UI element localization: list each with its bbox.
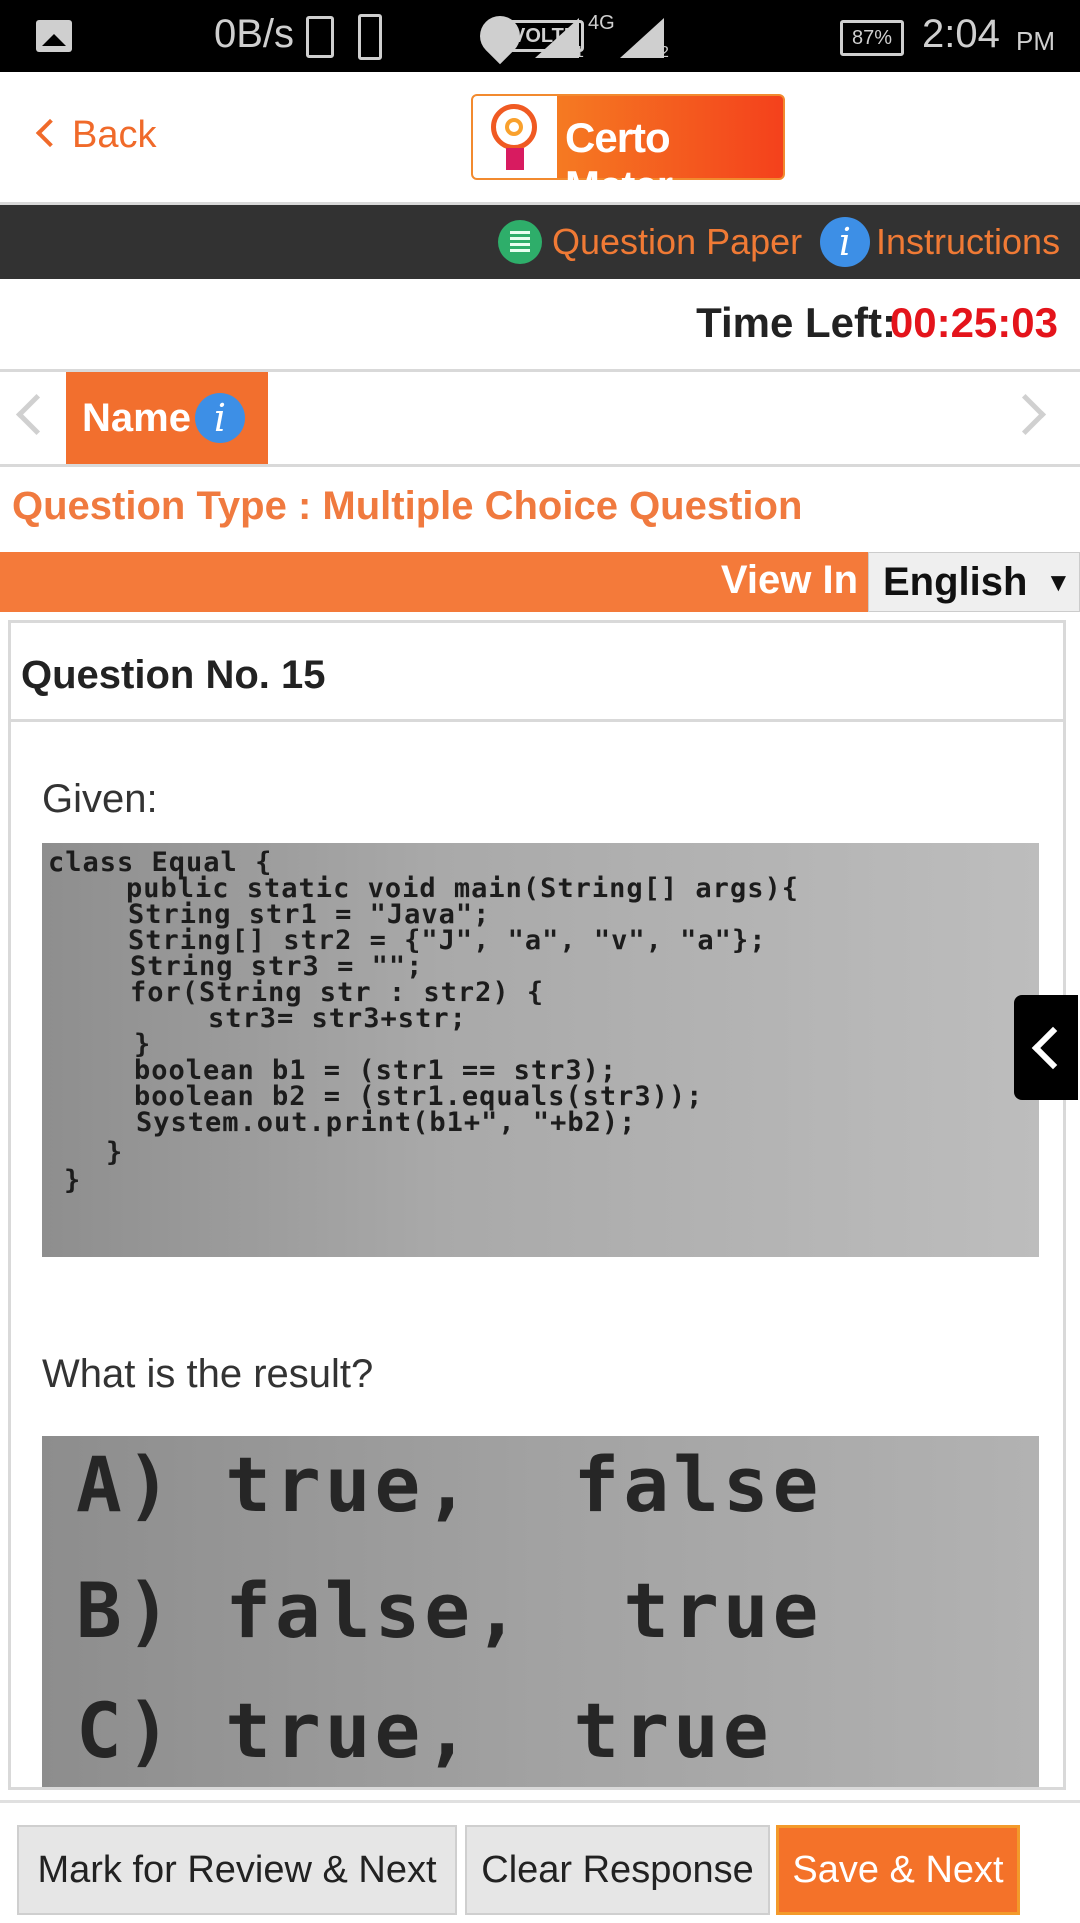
instructions-label: Instructions xyxy=(876,221,1061,262)
given-label: Given: xyxy=(42,777,158,821)
dropdown-caret-icon: ▼ xyxy=(1045,566,1072,597)
question-panel[interactable]: Question No. 15 Given: class Equal { pub… xyxy=(8,620,1066,1790)
options-image: A) true, false B) false, true C) true, t… xyxy=(42,1436,1039,1787)
sim1-label: 1 xyxy=(575,44,584,61)
timer-row: Time Left: 00:25:03 xyxy=(0,279,1080,372)
code-line: } xyxy=(64,1165,82,1196)
view-in-label: View In xyxy=(720,558,858,602)
net-speed: 0B/s xyxy=(214,12,295,56)
option-line: B) false, true xyxy=(76,1566,823,1655)
wifi-icon xyxy=(471,7,529,65)
clear-response-button[interactable]: Clear Response xyxy=(465,1825,770,1915)
next-arrow-icon[interactable] xyxy=(1004,393,1047,436)
clock-time: 2:04 xyxy=(922,12,1000,56)
option-line: A) true, false xyxy=(76,1440,823,1529)
info-icon: i xyxy=(820,217,870,267)
ribbon-logo-icon xyxy=(506,148,524,170)
language-value: English xyxy=(883,559,1028,604)
question-content[interactable]: Given: class Equal { public static void … xyxy=(11,722,1063,1787)
time-left-value: 00:25:03 xyxy=(889,299,1058,346)
code-line: str3= str3+str; xyxy=(208,1003,467,1034)
section-info-icon[interactable]: i xyxy=(194,393,245,443)
view-in-bar: View In English ▼ xyxy=(0,552,1080,612)
question-paper-icon xyxy=(498,220,542,264)
sim2-label: 2 xyxy=(660,44,669,61)
question-number-row: Question No. 15 xyxy=(11,623,1063,722)
time-left-label: Time Left: xyxy=(696,299,896,346)
collapse-chevron-icon[interactable] xyxy=(1014,995,1078,1100)
gallery-icon xyxy=(36,20,72,52)
back-chevron-icon xyxy=(35,118,65,148)
signal-icon-2 xyxy=(620,18,664,58)
logo-text: Certo Meter xyxy=(565,114,673,209)
network-type: 4G xyxy=(588,12,615,34)
question-paper-button[interactable]: Question Paper xyxy=(498,205,802,279)
certometer-logo: Certo Meter xyxy=(471,94,785,209)
app-header: Back Certo Meter xyxy=(0,72,1080,209)
signal-icon xyxy=(535,18,579,58)
mark-for-review-button[interactable]: Mark for Review & Next xyxy=(17,1825,457,1915)
code-line: System.out.print(b1+", "+b2); xyxy=(136,1107,637,1138)
question-prompt: What is the result? xyxy=(42,1352,374,1396)
action-bar: Mark for Review & Next Clear Response Sa… xyxy=(0,1800,1080,1923)
question-type: Question Type : Multiple Choice Question xyxy=(12,484,803,528)
option-line: C) true, true xyxy=(76,1686,773,1775)
vibrate-icon xyxy=(358,14,382,60)
section-tab-name[interactable]: Name i xyxy=(66,372,268,464)
prev-arrow-icon[interactable] xyxy=(15,393,58,436)
section-tab-label: Name xyxy=(82,395,191,440)
back-label: Back xyxy=(72,114,157,156)
save-next-button[interactable]: Save & Next xyxy=(776,1825,1020,1915)
question-paper-label: Question Paper xyxy=(552,221,803,262)
clock-ampm: PM xyxy=(1016,26,1055,56)
status-bar: 0B/s VOLTE 1 4G 2 87% 2:04 PM xyxy=(0,0,1080,72)
code-image: class Equal { public static void main(St… xyxy=(42,843,1039,1257)
battery-icon: 87% xyxy=(840,20,904,56)
exam-toolbar: Question Paper i Instructions xyxy=(0,205,1080,279)
target-logo-icon xyxy=(491,104,537,150)
phone-icon xyxy=(306,16,334,58)
language-select[interactable]: English ▼ xyxy=(868,552,1080,612)
instructions-button[interactable]: i Instructions xyxy=(820,205,1060,279)
code-line: } xyxy=(106,1137,124,1168)
question-number: Question No. 15 xyxy=(21,653,326,697)
section-tabs: Name i xyxy=(0,372,1080,467)
back-button[interactable]: Back xyxy=(35,114,157,157)
